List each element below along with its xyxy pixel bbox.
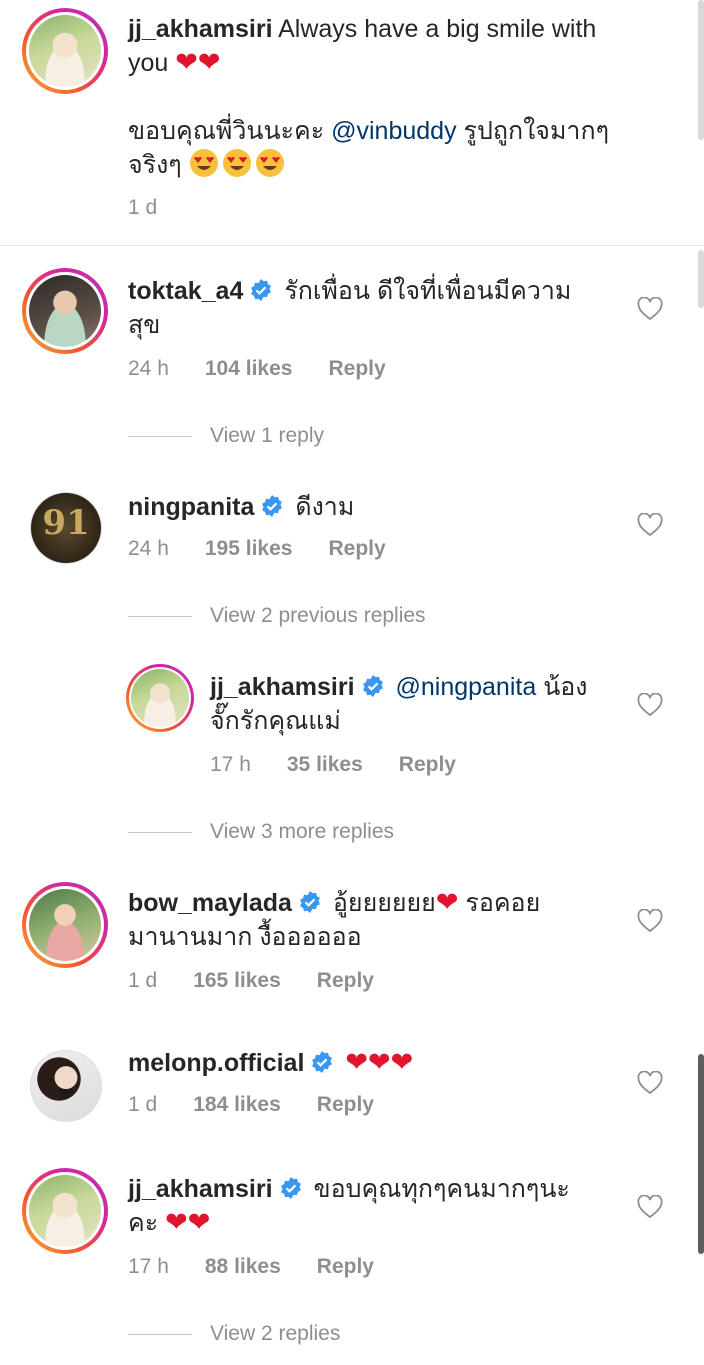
comment-username[interactable]: bow_maylada [128, 889, 292, 917]
comment-text: ningpanita ดีงาม [128, 493, 355, 521]
comment-username[interactable]: toktak_a4 [128, 277, 243, 305]
likes-count[interactable]: 35 likes [287, 753, 363, 776]
timestamp: 1 d [128, 1093, 158, 1116]
likes-count[interactable]: 88 likes [205, 1255, 281, 1278]
divider-line [128, 435, 192, 437]
comment-text: bow_maylada อู้ยยยยยย❤ รอคอย มานานมาก งื… [128, 887, 541, 951]
view-replies-button[interactable]: View 2 replies [128, 1322, 340, 1346]
avatar-image [29, 15, 101, 87]
comment-meta: 24 h 195 likes Reply [128, 537, 422, 561]
caption-avatar[interactable] [22, 8, 108, 94]
avatar-image [31, 1051, 101, 1121]
comment-text: toktak_a4 รักเพื่อน ดีใจที่เพื่อนมีความ … [128, 277, 572, 339]
heart-emoji-icon: ❤❤❤ [345, 1047, 414, 1078]
comment-username[interactable]: ningpanita [128, 493, 254, 521]
timestamp: 1 d [128, 969, 158, 992]
commenter-avatar[interactable] [22, 268, 108, 354]
verified-badge-icon [362, 675, 383, 697]
divider-line [128, 1333, 192, 1335]
comment-text: melonp.official ❤❤❤ [128, 1046, 608, 1080]
like-heart-icon[interactable] [637, 1071, 663, 1095]
heart-eyes-emoji-icon [222, 149, 251, 177]
divider-line [128, 615, 192, 617]
timestamp: 17 h [210, 753, 251, 776]
heart-eyes-emoji-icon [189, 149, 218, 177]
scrollbar-track-top [698, 0, 704, 140]
verified-badge-icon [262, 495, 283, 517]
scrollbar-thumb-top[interactable] [698, 250, 704, 308]
caption-meta: 1 d [128, 196, 193, 220]
likes-count[interactable]: 165 likes [193, 969, 281, 992]
view-replies-button[interactable]: View 1 reply [128, 424, 324, 448]
verified-badge-icon [312, 1051, 333, 1073]
like-heart-icon[interactable] [637, 909, 663, 933]
avatar-image [29, 275, 101, 347]
comment-username[interactable]: melonp.official [128, 1049, 304, 1077]
heart-emoji-icon: ❤❤ [165, 1207, 211, 1238]
caption-thai-text: ขอบคุณพี่วินนะคะ @vinbuddy รูปถูกใจมากๆ … [128, 117, 610, 179]
scrollbar-thumb[interactable] [698, 1054, 704, 1254]
likes-count[interactable]: 104 likes [205, 357, 293, 380]
commenter-avatar[interactable]: 91 [30, 492, 102, 564]
post-caption: jj_akhamsiri Always have a big smile wit… [0, 0, 704, 246]
comment-meta: 17 h 88 likes Reply [128, 1255, 410, 1279]
avatar-image [131, 669, 189, 727]
avatar-image [29, 889, 101, 961]
avatar-image: 91 [31, 493, 101, 563]
reply-button[interactable]: Reply [328, 537, 385, 560]
reply-button[interactable]: Reply [317, 1093, 374, 1116]
verified-badge-icon [280, 1177, 301, 1199]
view-more-replies-button[interactable]: View 3 more replies [128, 820, 394, 844]
verified-badge-icon [300, 891, 320, 913]
comment-meta: 1 d 165 likes Reply [128, 969, 410, 993]
verified-badge-icon [251, 279, 272, 301]
divider-line [128, 831, 192, 833]
mention-link[interactable]: @ningpanita [395, 673, 536, 701]
heart-emoji-icon: ❤ [435, 887, 459, 918]
comment-meta: 24 h 104 likes Reply [128, 357, 422, 381]
timestamp: 1 d [128, 196, 158, 219]
avatar-image [29, 1175, 101, 1247]
reply-button[interactable]: Reply [317, 1255, 374, 1278]
view-previous-replies-button[interactable]: View 2 previous replies [128, 604, 426, 628]
reply-button[interactable]: Reply [328, 357, 385, 380]
like-heart-icon[interactable] [637, 513, 663, 537]
reply-button[interactable]: Reply [317, 969, 374, 992]
comment-text: jj_akhamsiri ขอบคุณทุกๆคนมากๆนะ คะ ❤❤ [128, 1175, 570, 1238]
caption-username[interactable]: jj_akhamsiri [128, 15, 273, 43]
commenter-avatar[interactable] [30, 1050, 102, 1122]
likes-count[interactable]: 184 likes [193, 1093, 281, 1116]
commenter-avatar[interactable] [22, 882, 108, 968]
reply-text: jj_akhamsiri @ningpanita น้อง จั๊กรักคุณ… [210, 673, 588, 735]
reply-button[interactable]: Reply [399, 753, 456, 776]
like-heart-icon[interactable] [637, 1195, 663, 1219]
like-heart-icon[interactable] [637, 297, 663, 321]
comment-username[interactable]: jj_akhamsiri [128, 1175, 273, 1203]
mention-link[interactable]: @vinbuddy [331, 117, 456, 145]
timestamp: 17 h [128, 1255, 169, 1278]
caption-text: jj_akhamsiri Always have a big smile wit… [128, 15, 597, 78]
reply-avatar[interactable] [126, 664, 194, 732]
commenter-avatar[interactable] [22, 1168, 108, 1254]
like-heart-icon[interactable] [637, 693, 663, 717]
likes-count[interactable]: 195 likes [205, 537, 293, 560]
reply-meta: 17 h 35 likes Reply [210, 753, 492, 777]
timestamp: 24 h [128, 537, 169, 560]
heart-emoji-icon: ❤❤ [175, 47, 221, 78]
reply-username[interactable]: jj_akhamsiri [210, 673, 355, 701]
timestamp: 24 h [128, 357, 169, 380]
comment-meta: 1 d 184 likes Reply [128, 1093, 410, 1117]
heart-eyes-emoji-icon [255, 149, 284, 177]
